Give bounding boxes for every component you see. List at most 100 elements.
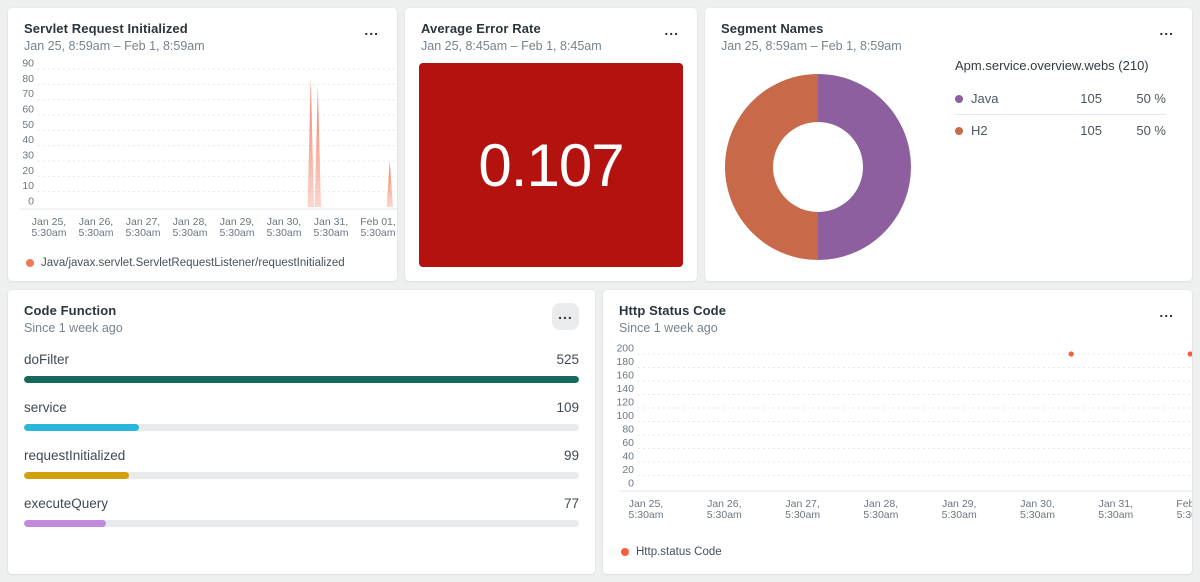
svg-text:0: 0 [628, 478, 634, 490]
svg-text:180: 180 [616, 356, 634, 368]
svg-text:Jan 27,5:30am: Jan 27,5:30am [785, 498, 820, 521]
segment-table-rows: Java10550 %H210550 % [955, 83, 1166, 146]
svg-text:Jan 26,5:30am: Jan 26,5:30am [707, 498, 742, 521]
svg-text:80: 80 [22, 73, 34, 85]
card-subtitle: Since 1 week ago [619, 321, 726, 335]
svg-text:40: 40 [22, 134, 34, 146]
bar-list-row[interactable]: service 109 [24, 399, 579, 431]
segment-value: 105 [1032, 91, 1102, 106]
bar-fill [24, 376, 579, 383]
bar-fill [24, 424, 139, 431]
svg-text:70: 70 [22, 88, 34, 100]
bar-value: 77 [564, 495, 579, 512]
billboard-value: 0.107 [478, 131, 623, 200]
card-code-function: Code Function Since 1 week ago ... doFil… [8, 290, 595, 574]
svg-text:Jan 26,5:30am: Jan 26,5:30am [78, 216, 113, 237]
card-title: Segment Names [721, 21, 902, 36]
legend-dot-icon [26, 259, 34, 267]
more-options-button[interactable]: ... [362, 23, 381, 37]
segment-value: 105 [1032, 123, 1102, 138]
card-average-error-rate: Average Error Rate Jan 25, 8:45am – Feb … [405, 8, 697, 281]
bar-track [24, 472, 579, 479]
segment-percent: 50 % [1102, 123, 1166, 138]
svg-text:200: 200 [616, 343, 634, 355]
dashboard-top-row: Servlet Request Initialized Jan 25, 8:59… [8, 8, 1192, 281]
bar-value: 525 [556, 351, 579, 368]
svg-text:Jan 31,5:30am: Jan 31,5:30am [1098, 498, 1133, 521]
card-subtitle: Jan 25, 8:59am – Feb 1, 8:59am [721, 39, 902, 53]
svg-text:Jan 30,5:30am: Jan 30,5:30am [1020, 498, 1055, 521]
card-header: Average Error Rate Jan 25, 8:45am – Feb … [405, 8, 697, 53]
dashboard-bottom-row: Code Function Since 1 week ago ... doFil… [8, 290, 1192, 574]
dashboard: Servlet Request Initialized Jan 25, 8:59… [0, 0, 1200, 582]
bar-value: 99 [564, 447, 579, 464]
bar-list-row[interactable]: executeQuery 77 [24, 495, 579, 527]
segment-label: H2 [971, 123, 1032, 138]
card-servlet-request-initialized: Servlet Request Initialized Jan 25, 8:59… [8, 8, 397, 281]
card-title: Code Function [24, 303, 123, 318]
svg-text:40: 40 [622, 451, 634, 463]
bar-track [24, 424, 579, 431]
svg-text:60: 60 [22, 104, 34, 116]
segment-table-header: Apm.service.overview.webs (210) [955, 58, 1166, 73]
legend-dot-icon [621, 548, 629, 556]
svg-text:60: 60 [622, 437, 634, 449]
svg-text:Jan 25,5:30am: Jan 25,5:30am [31, 216, 66, 237]
svg-text:Jan 27,5:30am: Jan 27,5:30am [125, 216, 160, 237]
more-options-button[interactable]: ... [1157, 305, 1176, 319]
bar-list-row[interactable]: doFilter 525 [24, 351, 579, 383]
segment-table-row[interactable]: H210550 % [955, 114, 1166, 146]
svg-text:Feb 01,5:30am: Feb 01,5:30am [1176, 498, 1192, 521]
svg-text:Jan 31,5:30am: Jan 31,5:30am [313, 216, 348, 237]
bar-list-row[interactable]: requestInitialized 99 [24, 447, 579, 479]
more-options-button[interactable]: ... [662, 23, 681, 37]
bar-value: 109 [556, 399, 579, 416]
bar-label: doFilter [24, 351, 69, 368]
bar-label: service [24, 399, 67, 416]
segment-table-row[interactable]: Java10550 % [955, 83, 1166, 114]
servlet-time-series-chart[interactable]: 9080706050403020100Jan 25,5:30amJan 26,5… [8, 55, 397, 237]
card-title: Http Status Code [619, 303, 726, 318]
card-subtitle: Jan 25, 8:59am – Feb 1, 8:59am [24, 39, 205, 53]
card-subtitle: Since 1 week ago [24, 321, 123, 335]
card-header: Http Status Code Since 1 week ago ... [603, 290, 1192, 335]
svg-text:100: 100 [616, 410, 634, 422]
svg-text:0: 0 [28, 196, 34, 208]
donut-hole [773, 122, 863, 212]
legend-label: Http.status Code [636, 546, 722, 558]
card-title: Servlet Request Initialized [24, 21, 205, 36]
card-header: Servlet Request Initialized Jan 25, 8:59… [8, 8, 397, 53]
bar-label: executeQuery [24, 495, 108, 512]
card-http-status-code: Http Status Code Since 1 week ago ... 20… [603, 290, 1192, 574]
http-status-scatter-chart[interactable]: 200180160140120100806040200Jan 25,5:30am… [603, 339, 1192, 527]
svg-text:80: 80 [622, 424, 634, 436]
card-subtitle: Jan 25, 8:45am – Feb 1, 8:45am [421, 39, 602, 53]
bar-list-chart[interactable]: doFilter 525 service 109 requestInitialized 9… [8, 335, 595, 527]
segment-percent: 50 % [1102, 91, 1166, 106]
card-segment-names: Segment Names Jan 25, 8:59am – Feb 1, 8:… [705, 8, 1192, 281]
card-header: Segment Names Jan 25, 8:59am – Feb 1, 8:… [705, 8, 1192, 53]
svg-text:140: 140 [616, 383, 634, 395]
card-header: Code Function Since 1 week ago ... [8, 290, 595, 335]
more-options-button[interactable]: ... [1157, 23, 1176, 37]
bar-label: requestInitialized [24, 447, 125, 464]
bar-track [24, 520, 579, 527]
svg-text:Jan 28,5:30am: Jan 28,5:30am [172, 216, 207, 237]
svg-text:20: 20 [22, 165, 34, 177]
bar-fill [24, 520, 106, 527]
donut-chart[interactable] [725, 74, 911, 260]
svg-text:10: 10 [22, 180, 34, 192]
chart-legend-item[interactable]: Java/javax.servlet.ServletRequestListene… [8, 257, 397, 269]
more-options-button[interactable]: ... [552, 303, 579, 330]
billboard-value-panel: 0.107 [419, 63, 683, 267]
svg-text:20: 20 [622, 464, 634, 476]
segment-label: Java [971, 91, 1032, 106]
svg-text:Jan 30,5:30am: Jan 30,5:30am [266, 216, 301, 237]
bar-fill [24, 472, 129, 479]
card-title: Average Error Rate [421, 21, 602, 36]
chart-legend-item[interactable]: Http.status Code [603, 546, 1192, 558]
bar-track [24, 376, 579, 383]
legend-dot-icon [955, 95, 963, 103]
segment-legend-table: Apm.service.overview.webs (210) Java1055… [955, 58, 1166, 146]
svg-text:Jan 29,5:30am: Jan 29,5:30am [219, 216, 254, 237]
